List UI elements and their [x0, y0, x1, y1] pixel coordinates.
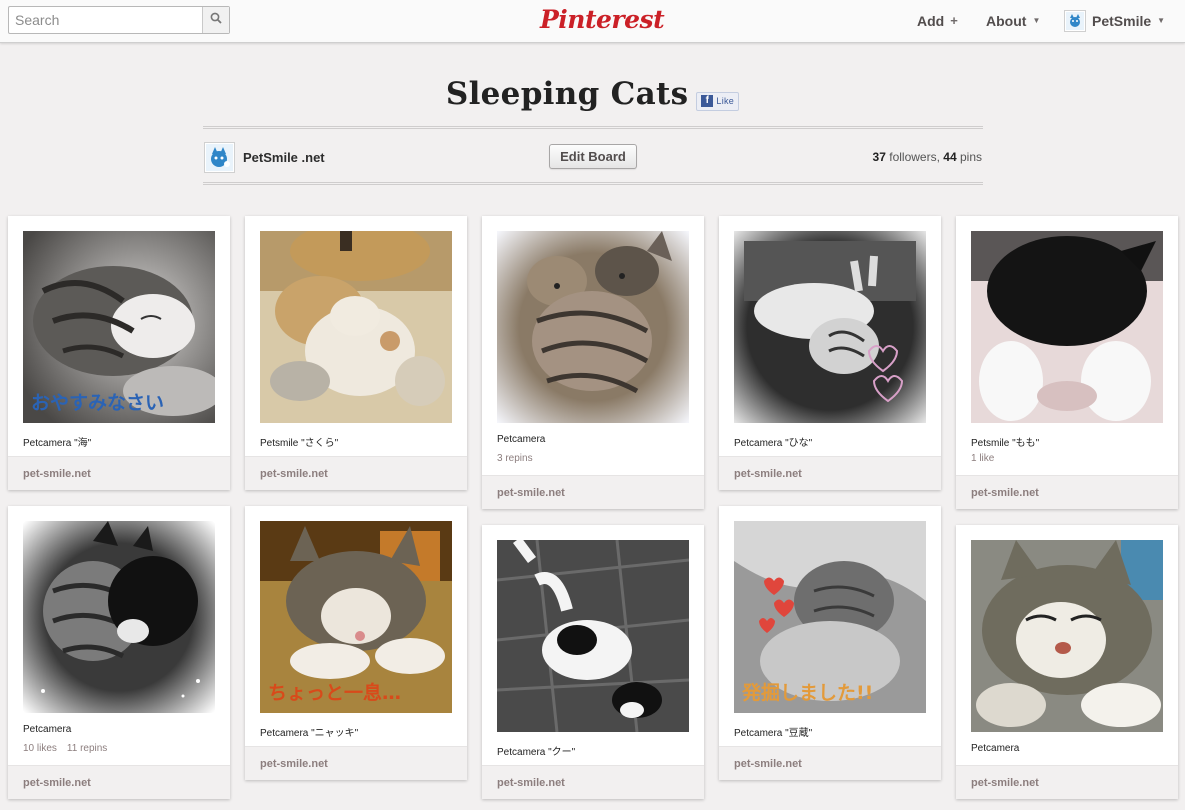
pin-repins[interactable]: 3 repins — [497, 453, 533, 464]
facebook-icon: f — [701, 95, 714, 107]
nav-about-label: About — [986, 13, 1027, 29]
divider — [203, 126, 983, 129]
facebook-like-label: Like — [716, 96, 735, 106]
nav-add-label: Add — [917, 13, 945, 29]
pin-card[interactable]: 発掘しました!! Petcamera "豆蔵" pet-smile.net — [719, 506, 941, 780]
nav-about-menu[interactable]: About ▼ — [986, 0, 1040, 42]
pin-source-link[interactable]: pet-smile.net — [245, 746, 467, 780]
pin-description: Petsmile "さくら" — [260, 438, 339, 449]
pin-image[interactable] — [971, 231, 1163, 423]
board-title: Sleeping Cats — [445, 76, 689, 112]
pin-source-link[interactable]: pet-smile.net — [482, 765, 704, 799]
user-avatar — [1064, 10, 1086, 32]
board-stats: 37 followers, 44 pins — [873, 150, 982, 164]
pins-label: pins — [959, 150, 982, 164]
plus-icon: + — [950, 13, 958, 28]
nav-user-menu[interactable]: PetSmile ▼ — [1064, 0, 1165, 42]
caret-down-icon: ▼ — [1157, 16, 1166, 25]
pin-description: Petcamera — [23, 724, 72, 735]
board-title-row: Sleeping Cats f Like — [0, 76, 1185, 112]
nav-user-label: PetSmile — [1092, 13, 1152, 29]
pin-source-link[interactable]: pet-smile.net — [8, 456, 230, 490]
pin-likes[interactable]: 10 likes — [23, 743, 57, 754]
pin-card[interactable]: Petcamera "ひな" pet-smile.net — [719, 216, 941, 490]
edit-board-button[interactable]: Edit Board — [549, 144, 637, 169]
pin-card[interactable]: Petcamera 3 repins pet-smile.net — [482, 216, 704, 509]
followers-label[interactable]: followers, — [889, 150, 940, 164]
pin-image[interactable] — [497, 540, 689, 732]
board-owner[interactable]: PetSmile .net — [204, 141, 325, 173]
owner-avatar — [204, 141, 235, 173]
pin-card[interactable]: Petcamera "クー" pet-smile.net — [482, 525, 704, 799]
pin-image[interactable] — [497, 231, 689, 423]
caret-down-icon: ▼ — [1032, 16, 1041, 25]
search-icon — [210, 11, 222, 29]
pinterest-logo[interactable]: Pinterest — [540, 2, 665, 38]
pin-source-link[interactable]: pet-smile.net — [245, 456, 467, 490]
pin-card[interactable]: おやすみなさい Petcamera "海" pet-smile.net — [8, 216, 230, 490]
pin-source-link[interactable]: pet-smile.net — [719, 746, 941, 780]
pin-stats: 3 repins — [497, 453, 533, 464]
pin-stats: 10 likes 11 repins — [23, 743, 107, 754]
nav-add-menu[interactable]: Add + — [917, 0, 958, 42]
pin-card[interactable]: ちょっと一息… Petcamera "ニャッキ" pet-smile.net — [245, 506, 467, 780]
pin-stats: 1 like — [971, 453, 994, 464]
pin-overlay-text: ちょっと一息… — [268, 682, 402, 704]
pin-image[interactable]: おやすみなさい — [23, 231, 215, 423]
pin-description: Petcamera "ひな" — [734, 438, 813, 449]
facebook-like-button[interactable]: f Like — [696, 91, 740, 111]
pin-overlay-text: 発掘しました!! — [742, 682, 874, 704]
search-box — [8, 6, 230, 34]
pin-description: Petcamera "豆蔵" — [734, 728, 813, 739]
divider — [203, 182, 983, 185]
pin-source-link[interactable]: pet-smile.net — [8, 765, 230, 799]
pin-overlay-text: おやすみなさい — [31, 392, 165, 414]
pin-source-link[interactable]: pet-smile.net — [956, 475, 1178, 509]
pin-repins[interactable]: 11 repins — [67, 743, 107, 754]
pin-likes[interactable]: 1 like — [971, 453, 994, 464]
search-input[interactable] — [9, 7, 203, 33]
pin-source-link[interactable]: pet-smile.net — [956, 765, 1178, 799]
pin-image[interactable] — [734, 231, 926, 423]
pin-description: Petcamera "海" — [23, 438, 92, 449]
pin-description: Petcamera — [497, 434, 546, 445]
pin-description: Petcamera "ニャッキ" — [260, 728, 359, 739]
pin-description: Petsmile "もも" — [971, 438, 1040, 449]
pin-image[interactable] — [971, 540, 1163, 732]
pin-image[interactable] — [260, 231, 452, 423]
pin-image[interactable]: 発掘しました!! — [734, 521, 926, 713]
followers-count[interactable]: 37 — [873, 150, 886, 164]
pin-description: Petcamera "クー" — [497, 747, 576, 758]
pin-image[interactable] — [23, 521, 215, 713]
pin-source-link[interactable]: pet-smile.net — [482, 475, 704, 509]
pin-image[interactable]: ちょっと一息… — [260, 521, 452, 713]
pin-card[interactable]: Petcamera pet-smile.net — [956, 525, 1178, 799]
pin-card[interactable]: Petsmile "もも" 1 like pet-smile.net — [956, 216, 1178, 509]
owner-name: PetSmile .net — [243, 149, 325, 165]
pins-count: 44 — [943, 150, 957, 164]
top-bar: Pinterest Add + About ▼ PetSmile ▼ — [0, 0, 1185, 43]
search-button[interactable] — [202, 7, 229, 33]
pin-card[interactable]: Petsmile "さくら" pet-smile.net — [245, 216, 467, 490]
pin-card[interactable]: Petcamera 10 likes 11 repins pet-smile.ne… — [8, 506, 230, 799]
pin-source-link[interactable]: pet-smile.net — [719, 456, 941, 490]
pin-description: Petcamera — [971, 743, 1020, 754]
